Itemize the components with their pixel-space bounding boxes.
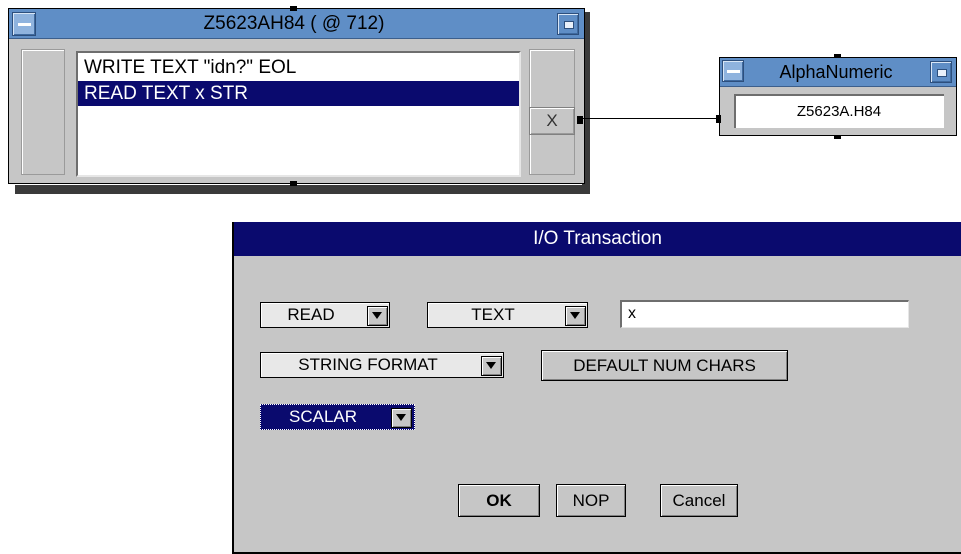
maximize-button[interactable]	[930, 61, 952, 83]
dialog-title: I/O Transaction	[234, 222, 961, 256]
transaction-line-write[interactable]: WRITE TEXT "idn?" EOL	[84, 55, 296, 80]
sequence-in-pin[interactable]	[834, 54, 841, 58]
alphanumeric-title: AlphaNumeric	[779, 62, 893, 82]
transaction-object-titlebar[interactable]: Z5623AH84 ( @ 712)	[9, 9, 584, 39]
ok-button[interactable]: OK	[458, 484, 540, 517]
alphanumeric-value: Z5623A.H84	[796, 103, 882, 120]
output-pin-x[interactable]: X	[529, 107, 575, 135]
maximize-button[interactable]	[557, 13, 579, 35]
input-terminal-area	[21, 49, 65, 175]
chevron-down-icon[interactable]	[391, 408, 412, 428]
sequence-out-pin[interactable]	[290, 181, 297, 186]
minimize-icon	[727, 70, 740, 73]
window-shadow	[15, 185, 590, 194]
io-transaction-dialog[interactable]: I/O Transaction READ TEXT x STRING FORMA…	[232, 222, 961, 554]
encoding-value: TEXT	[471, 305, 515, 324]
format-select[interactable]: STRING FORMAT	[260, 352, 504, 378]
encoding-select[interactable]: TEXT	[427, 302, 588, 328]
nop-button[interactable]: NOP	[556, 484, 626, 517]
format-value: STRING FORMAT	[298, 355, 438, 374]
cancel-button[interactable]: Cancel	[660, 484, 738, 517]
action-select[interactable]: READ	[260, 302, 390, 328]
minimize-button[interactable]	[722, 60, 744, 82]
maximize-icon	[937, 69, 947, 77]
expression-input[interactable]: x	[620, 300, 909, 328]
default-num-chars-button[interactable]: DEFAULT NUM CHARS	[541, 350, 788, 381]
minimize-icon	[18, 23, 31, 26]
transaction-list[interactable]: WRITE TEXT "idn?" EOL READ TEXT x STR	[76, 51, 521, 177]
alphanumeric-window[interactable]: AlphaNumeric Z5623A.H84	[716, 54, 957, 139]
transaction-line-read[interactable]: READ TEXT x STR	[78, 81, 519, 106]
transaction-object-title: Z5623AH84 ( @ 712)	[203, 13, 385, 34]
data-wire	[582, 118, 717, 119]
shape-value: SCALAR	[288, 407, 358, 426]
transaction-object-window[interactable]: Z5623AH84 ( @ 712) WRITE TEXT "idn?" EOL…	[8, 6, 585, 186]
maximize-icon	[564, 21, 574, 29]
chevron-down-icon[interactable]	[565, 306, 586, 326]
chevron-down-icon[interactable]	[481, 356, 502, 376]
sequence-out-pin[interactable]	[834, 135, 841, 139]
minimize-button[interactable]	[12, 12, 36, 36]
alphanumeric-titlebar[interactable]: AlphaNumeric	[720, 58, 956, 87]
data-in-pin[interactable]	[716, 115, 721, 123]
shape-select[interactable]: SCALAR	[260, 404, 415, 430]
alphanumeric-display: Z5623A.H84	[734, 94, 944, 128]
chevron-down-icon[interactable]	[367, 306, 388, 326]
sequence-in-pin[interactable]	[290, 6, 297, 11]
action-value: READ	[287, 305, 335, 324]
